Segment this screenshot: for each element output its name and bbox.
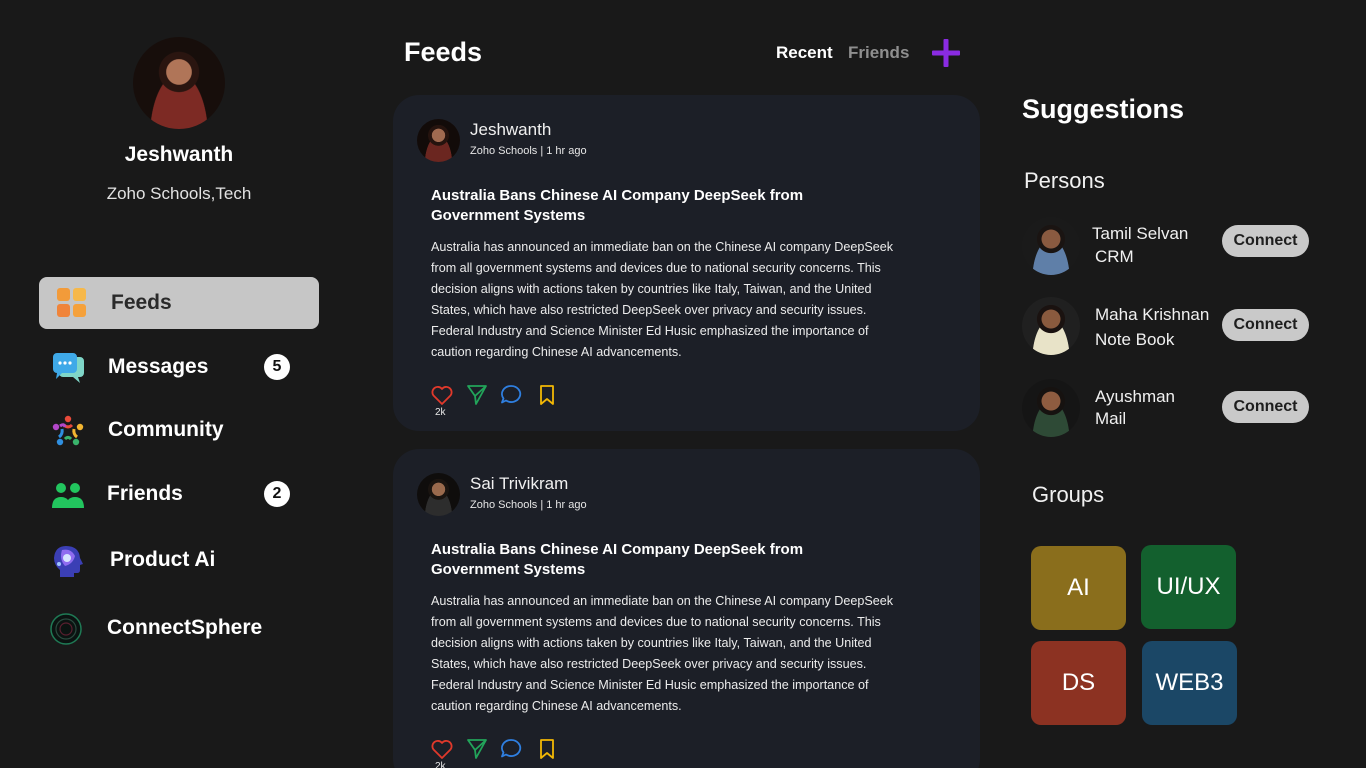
nav-item-connectsphere[interactable]: ConnectSphere: [39, 602, 319, 654]
grid-icon: [57, 288, 86, 317]
groups-label: Groups: [1032, 482, 1105, 507]
ai-head-icon: [54, 546, 83, 577]
nav-label-friends: Friends: [107, 482, 183, 505]
post-title: Australia Bans Chinese AI Company DeepSe…: [431, 187, 804, 224]
like-count: 2k: [435, 407, 446, 418]
profile-avatar[interactable]: [133, 37, 225, 129]
person-name[interactable]: Tamil Selvan: [1092, 224, 1188, 244]
chat-bubbles-icon: [53, 353, 84, 383]
page-title: Feeds: [404, 37, 483, 67]
post-body: Australia has announced an immediate ban…: [431, 240, 894, 359]
plus-icon[interactable]: [930, 37, 962, 69]
nav-label-messages: Messages: [108, 355, 209, 378]
post-meta: Zoho Schools | 1 hr ago: [470, 499, 587, 511]
heart-icon[interactable]: [430, 737, 454, 761]
sphere-icon: [50, 613, 82, 645]
person-name[interactable]: Maha Krishnan: [1095, 305, 1209, 325]
suggestions-title: Suggestions: [1022, 94, 1185, 124]
group-tile-web3[interactable]: WEB3: [1142, 641, 1237, 725]
nav-label-connectsphere: ConnectSphere: [107, 616, 263, 639]
connect-button[interactable]: Connect: [1222, 309, 1309, 341]
group-tile-ds[interactable]: DS: [1031, 641, 1126, 725]
person-name[interactable]: Ayushman: [1095, 387, 1175, 407]
avatar[interactable]: [1022, 297, 1080, 355]
send-icon[interactable]: [465, 737, 489, 761]
avatar[interactable]: [417, 119, 460, 162]
like-count: 2k: [435, 761, 446, 768]
comment-icon[interactable]: [499, 383, 523, 407]
heart-icon[interactable]: [430, 383, 454, 407]
post-author[interactable]: Sai Trivikram: [470, 474, 568, 494]
nav-label-product-ai: Product Ai: [110, 548, 216, 571]
persons-label: Persons: [1024, 168, 1105, 193]
connect-button[interactable]: Connect: [1222, 391, 1309, 423]
profile-name: Jeshwanth: [124, 143, 234, 166]
people-icon: [52, 483, 84, 508]
profile-subtitle: Zoho Schools,Tech: [106, 184, 252, 203]
person-subtitle: Mail: [1095, 409, 1127, 428]
avatar[interactable]: [417, 473, 460, 516]
post-body: Australia has announced an immediate ban…: [431, 594, 894, 713]
nav-item-friends[interactable]: Friends 2: [39, 468, 319, 520]
post-meta: Zoho Schools | 1 hr ago: [470, 145, 587, 157]
nav-item-community[interactable]: Community: [39, 404, 319, 456]
messages-badge: 5: [264, 354, 290, 380]
person-subtitle: Note Book: [1095, 330, 1175, 349]
post-card: Sai Trivikram Zoho Schools | 1 hr ago Au…: [393, 449, 980, 768]
nav-item-product-ai[interactable]: Product Ai: [39, 534, 319, 586]
bookmark-icon[interactable]: [535, 737, 559, 761]
nav-label-feeds: Feeds: [111, 291, 172, 314]
post-title: Australia Bans Chinese AI Company DeepSe…: [431, 541, 804, 578]
bookmark-icon[interactable]: [535, 383, 559, 407]
person-subtitle: CRM: [1095, 247, 1134, 266]
avatar[interactable]: [1022, 379, 1080, 437]
post-card: Jeshwanth Zoho Schools | 1 hr ago Austra…: [393, 95, 980, 431]
community-icon: [52, 415, 84, 446]
comment-icon[interactable]: [499, 737, 523, 761]
connect-button[interactable]: Connect: [1222, 225, 1309, 257]
friends-badge: 2: [264, 481, 290, 507]
nav-label-community: Community: [108, 418, 224, 441]
nav-item-messages[interactable]: Messages 5: [39, 341, 319, 393]
group-tile-ai[interactable]: AI: [1031, 546, 1126, 630]
send-icon[interactable]: [465, 383, 489, 407]
tab-recent[interactable]: Recent: [776, 43, 833, 63]
avatar[interactable]: [1022, 217, 1080, 275]
nav-item-feeds[interactable]: Feeds: [39, 277, 319, 329]
tab-friends[interactable]: Friends: [848, 43, 909, 63]
post-author[interactable]: Jeshwanth: [470, 120, 551, 140]
group-tile-uiux[interactable]: UI/UX: [1141, 545, 1236, 629]
